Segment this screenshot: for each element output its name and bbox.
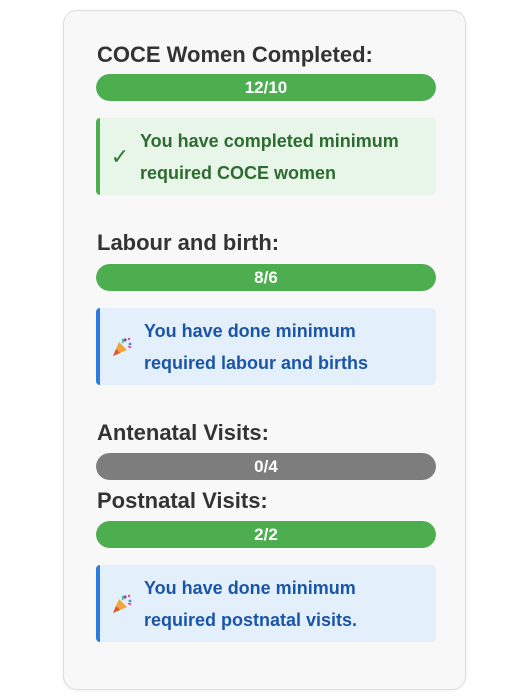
party-popper-icon xyxy=(100,336,144,358)
coce-women-title: COCE Women Completed: xyxy=(97,42,373,67)
coce-women-alert-text: You have completed minimum required COCE… xyxy=(140,130,399,183)
party-popper-icon xyxy=(100,593,144,615)
labour-birth-alert-text: You have done minimum required labour an… xyxy=(144,320,369,373)
postnatal-visits-progress-text: 2/2 xyxy=(254,525,278,544)
antenatal-visits-progress-text: 0/4 xyxy=(254,457,278,476)
postnatal-visits-info-alert: You have done minimum required postnatal… xyxy=(96,565,436,642)
coce-women-success-alert: ✓ You have completed minimum required CO… xyxy=(96,118,436,195)
postnatal-visits-progress-bar: 2/2 xyxy=(96,521,436,548)
labour-birth-info-alert: You have done minimum required labour an… xyxy=(96,308,436,385)
postnatal-visits-title: Postnatal Visits: xyxy=(97,488,268,513)
coce-women-progress-text: 12/10 xyxy=(244,78,288,97)
antenatal-visits-progress-bar: 0/4 xyxy=(96,453,436,480)
labour-birth-title: Labour and birth: xyxy=(97,230,280,255)
antenatal-visits-title: Antenatal Visits: xyxy=(97,420,269,445)
checkmark-icon: ✓ xyxy=(110,143,130,169)
coce-women-progress-bar: 12/10 xyxy=(96,74,436,101)
progress-card: COCE Women Completed: 12/10 ✓ You have c… xyxy=(63,10,466,690)
labour-birth-progress-text: 8/6 xyxy=(254,268,278,287)
labour-birth-progress-bar: 8/6 xyxy=(96,264,436,291)
postnatal-visits-alert-text: You have done minimum required postnatal… xyxy=(144,577,358,630)
